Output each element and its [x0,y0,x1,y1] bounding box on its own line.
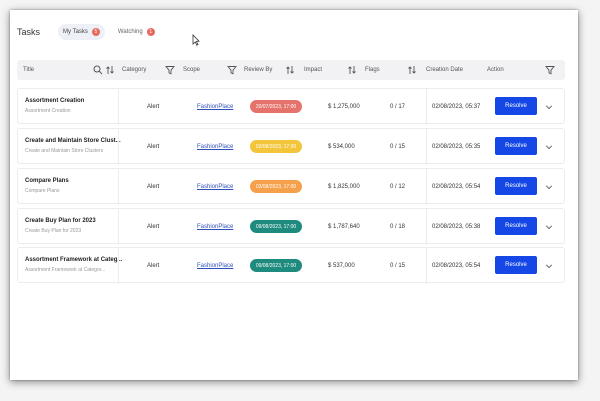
task-category: Alert [147,104,160,110]
sort-icon[interactable] [407,65,417,75]
row-divider [426,209,427,245]
task-impact: $ 537,000 [328,263,355,269]
scope-link[interactable]: FashionPlace [197,89,233,125]
scope-link[interactable]: FashionPlace [197,209,233,245]
task-category: Alert [147,263,160,269]
task-creation-date: 02/08/2023, 05:37 [432,104,481,110]
review-by-badge: 02/08/2023, 17:00 [250,140,302,153]
row-divider [118,248,119,284]
filter-icon[interactable] [545,65,555,75]
task-subtitle: Assortment Framework at Categor... [25,267,106,273]
row-divider [118,209,119,245]
task-subtitle: Create and Maintain Store Clusters [25,148,104,154]
tab-label: My Tasks [63,29,88,35]
tasks-header: Tasks My Tasks 5 Watching 1 [17,24,168,40]
task-subtitle: Compare Plans [25,188,60,194]
task-title[interactable]: Create Buy Plan for 2023 [25,218,96,224]
resolve-button[interactable]: Resolve [495,217,537,235]
task-title[interactable]: Create and Maintain Store Clust... [25,138,121,144]
task-flags: 0 / 12 [390,184,406,190]
sort-icon[interactable] [285,65,295,75]
table-row: Compare Plans Compare Plans Alert Fashio… [17,168,565,205]
scope-link[interactable]: FashionPlace [197,248,233,284]
task-subtitle: Create Buy Plan for 2023 [25,228,82,234]
count-badge: 1 [146,28,155,36]
task-creation-date: 02/08/2023, 05:38 [432,224,481,230]
page-title: Tasks [17,27,41,37]
review-by-badge: 03/08/2023, 17:00 [250,180,302,193]
task-subtitle: Assortment Creation [25,108,71,114]
table-row: Create Buy Plan for 2023 Create Buy Plan… [17,208,565,245]
column-action: Action [487,67,504,73]
column-title: Title [23,67,35,73]
task-title[interactable]: Assortment Framework at Categ... [25,257,122,263]
task-impact: $ 1,787,640 [328,224,360,230]
table-row: Assortment Framework at Categ... Assortm… [17,247,565,284]
task-creation-date: 02/08/2023, 05:54 [432,184,481,190]
review-by-badge: 09/08/2023, 17:00 [250,220,302,233]
row-divider [426,169,427,205]
chevron-down-icon[interactable] [545,103,553,111]
mouse-cursor-icon [192,34,200,46]
chevron-down-icon[interactable] [545,183,553,191]
chevron-down-icon[interactable] [545,223,553,231]
tab-label: Watching [117,29,143,35]
resolve-button[interactable]: Resolve [495,137,537,155]
row-divider [426,248,427,284]
column-creation-date: Creation Date [426,67,464,73]
task-creation-date: 02/08/2023, 05:35 [432,144,481,150]
search-icon[interactable] [93,65,103,75]
chevron-down-icon[interactable] [545,143,553,151]
row-divider [118,169,119,205]
task-flags: 0 / 15 [390,263,406,269]
resolve-button[interactable]: Resolve [495,177,537,195]
filter-icon[interactable] [165,65,175,75]
task-impact: $ 534,000 [328,144,355,150]
sort-icon[interactable] [105,65,115,75]
column-flags: Flags [365,67,380,73]
column-category: Category [122,67,147,73]
task-category: Alert [147,184,160,190]
task-category: Alert [147,224,160,230]
task-flags: 0 / 18 [390,224,406,230]
scope-link[interactable]: FashionPlace [197,129,233,165]
row-divider [118,129,119,165]
task-impact: $ 1,275,000 [328,104,360,110]
task-impact: $ 1,825,000 [328,184,360,190]
table-row: Create and Maintain Store Clust... Creat… [17,128,565,165]
chevron-down-icon[interactable] [545,262,553,270]
resolve-button[interactable]: Resolve [495,97,537,115]
review-by-badge: 20/07/2023, 17:00 [250,100,302,113]
row-divider [426,129,427,165]
resolve-button[interactable]: Resolve [495,256,537,274]
table-header: Title Category Scope Review By Impact Fl… [17,60,565,80]
tab-watching[interactable]: Watching 1 [113,24,160,40]
task-flags: 0 / 15 [390,144,406,150]
sort-icon[interactable] [347,65,357,75]
column-impact: Impact [304,67,323,73]
count-badge: 5 [91,28,100,36]
task-category: Alert [147,144,160,150]
task-flags: 0 / 17 [390,104,406,110]
task-title[interactable]: Compare Plans [25,178,69,184]
table-row: Assortment Creation Assortment Creation … [17,88,565,125]
review-by-badge: 09/08/2023, 17:00 [250,259,302,272]
column-scope: Scope [183,67,201,73]
scope-link[interactable]: FashionPlace [197,169,233,205]
task-creation-date: 02/08/2023, 05:54 [432,263,481,269]
row-divider [118,89,119,125]
column-review-by: Review By [244,67,273,73]
task-title[interactable]: Assortment Creation [25,98,84,104]
filter-icon[interactable] [227,65,237,75]
tasks-panel: Tasks My Tasks 5 Watching 1 Title Catego… [10,10,578,380]
tab-my-tasks[interactable]: My Tasks 5 [58,24,105,40]
row-divider [426,89,427,125]
